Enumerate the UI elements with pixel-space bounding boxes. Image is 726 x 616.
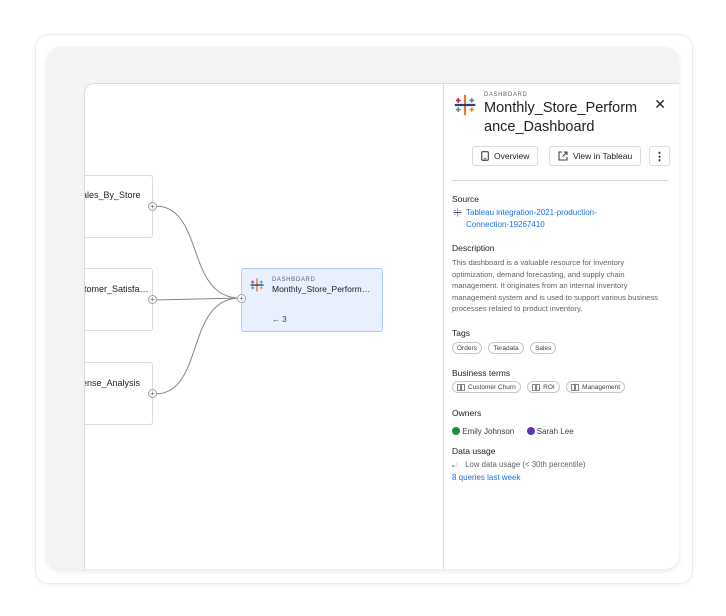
overview-button-label: Overview [494, 151, 530, 161]
more-options-button[interactable]: ⋮ [649, 146, 670, 166]
lineage-node[interactable]: tomer_Satisfa… [85, 268, 153, 331]
owner-name: Emily Johnson [462, 427, 515, 436]
queries-link[interactable]: 8 queries last week [452, 473, 520, 482]
open-in-new-icon [558, 151, 568, 161]
business-term-label: ROI [543, 383, 555, 391]
business-terms-heading: Business terms [452, 368, 511, 378]
source-heading: Source [452, 194, 479, 204]
panel-title: Monthly_Store_Performance_Dashboard [484, 100, 638, 135]
lineage-node-label: ense_Analysis [85, 378, 141, 388]
description-text: This dashboard is a valuable resource fo… [452, 258, 658, 313]
owner[interactable]: Sarah Lee [526, 427, 574, 436]
more-vert-icon: ⋮ [654, 150, 665, 163]
overview-button[interactable]: Overview [472, 146, 539, 166]
owner-name: Sarah Lee [536, 427, 574, 436]
view-in-tableau-button[interactable]: View in Tableau [549, 146, 642, 166]
business-terms-list: Customer Churn ROI Management [452, 381, 627, 399]
owners-list: Emily Johnson Sarah Lee [452, 421, 584, 439]
data-usage-text: Low data usage (< 30th percentile) [465, 460, 586, 469]
signal-bars-icon [452, 462, 458, 467]
tag-chip[interactable]: Teradata [488, 342, 524, 354]
node-kicker: DASHBOARD [272, 277, 316, 283]
data-usage-heading: Data usage [452, 446, 496, 456]
owners-heading: Owners [452, 408, 482, 418]
owner[interactable]: Emily Johnson [452, 427, 517, 436]
panel-divider-h [452, 180, 668, 181]
panel-kicker: DASHBOARD [484, 92, 528, 98]
business-term-chip[interactable]: Customer Churn [452, 381, 521, 393]
business-term-chip[interactable]: Management [566, 381, 626, 393]
tablet-icon [481, 151, 489, 161]
details-panel: DASHBOARD Monthly_Store_Performance_Dash… [444, 84, 679, 569]
upstream-count[interactable]: ← 3 [272, 315, 287, 324]
lineage-node[interactable]: ales_By_Store [85, 175, 153, 238]
source-link[interactable]: Tableau integration-2021-production-Conn… [466, 207, 626, 231]
business-term-label: Customer Churn [468, 383, 516, 391]
lineage-canvas[interactable]: ales_By_Store + tomer_Satisfa… + ense_An… [85, 84, 443, 569]
close-icon[interactable]: ✕ [654, 96, 666, 113]
app-window: ales_By_Store + tomer_Satisfa… + ense_An… [84, 83, 679, 569]
view-in-tableau-label: View in Tableau [573, 151, 633, 161]
book-icon [571, 383, 580, 391]
book-icon [457, 383, 465, 391]
tableau-icon [454, 94, 476, 116]
description-heading: Description [452, 243, 495, 253]
business-term-chip[interactable]: ROI [527, 381, 560, 393]
tags-list: Orders Teradata Sales [452, 342, 558, 360]
lineage-node-label: ales_By_Store [85, 190, 141, 200]
tag-chip[interactable]: Orders [452, 342, 482, 354]
tag-chip[interactable]: Sales [530, 342, 557, 354]
edge-1 [154, 205, 241, 299]
avatar [452, 427, 460, 435]
edge-3 [154, 297, 241, 395]
tableau-icon [250, 278, 264, 292]
avatar [526, 427, 535, 435]
expand-plus-icon[interactable]: + [237, 294, 246, 303]
app-backdrop: ales_By_Store + tomer_Satisfa… + ense_An… [47, 47, 679, 569]
book-icon [532, 383, 541, 391]
upstream-count-value: 3 [282, 315, 287, 324]
tableau-icon [453, 208, 462, 217]
dashboard-node[interactable]: DASHBOARD Monthly_Store_Perform… ← 3 [241, 268, 383, 332]
expand-plus-icon[interactable]: + [148, 202, 157, 211]
lineage-node-label: tomer_Satisfa… [85, 284, 149, 294]
lineage-node[interactable]: ense_Analysis [85, 362, 153, 425]
tags-heading: Tags [452, 328, 470, 338]
data-usage-level: Low data usage (< 30th percentile) [452, 460, 585, 469]
dashboard-node-title: Monthly_Store_Perform… [272, 284, 371, 294]
expand-plus-icon[interactable]: + [148, 389, 157, 398]
arrow-left-icon: ← [272, 315, 280, 324]
expand-plus-icon[interactable]: + [148, 295, 157, 304]
business-term-label: Management [582, 383, 621, 391]
